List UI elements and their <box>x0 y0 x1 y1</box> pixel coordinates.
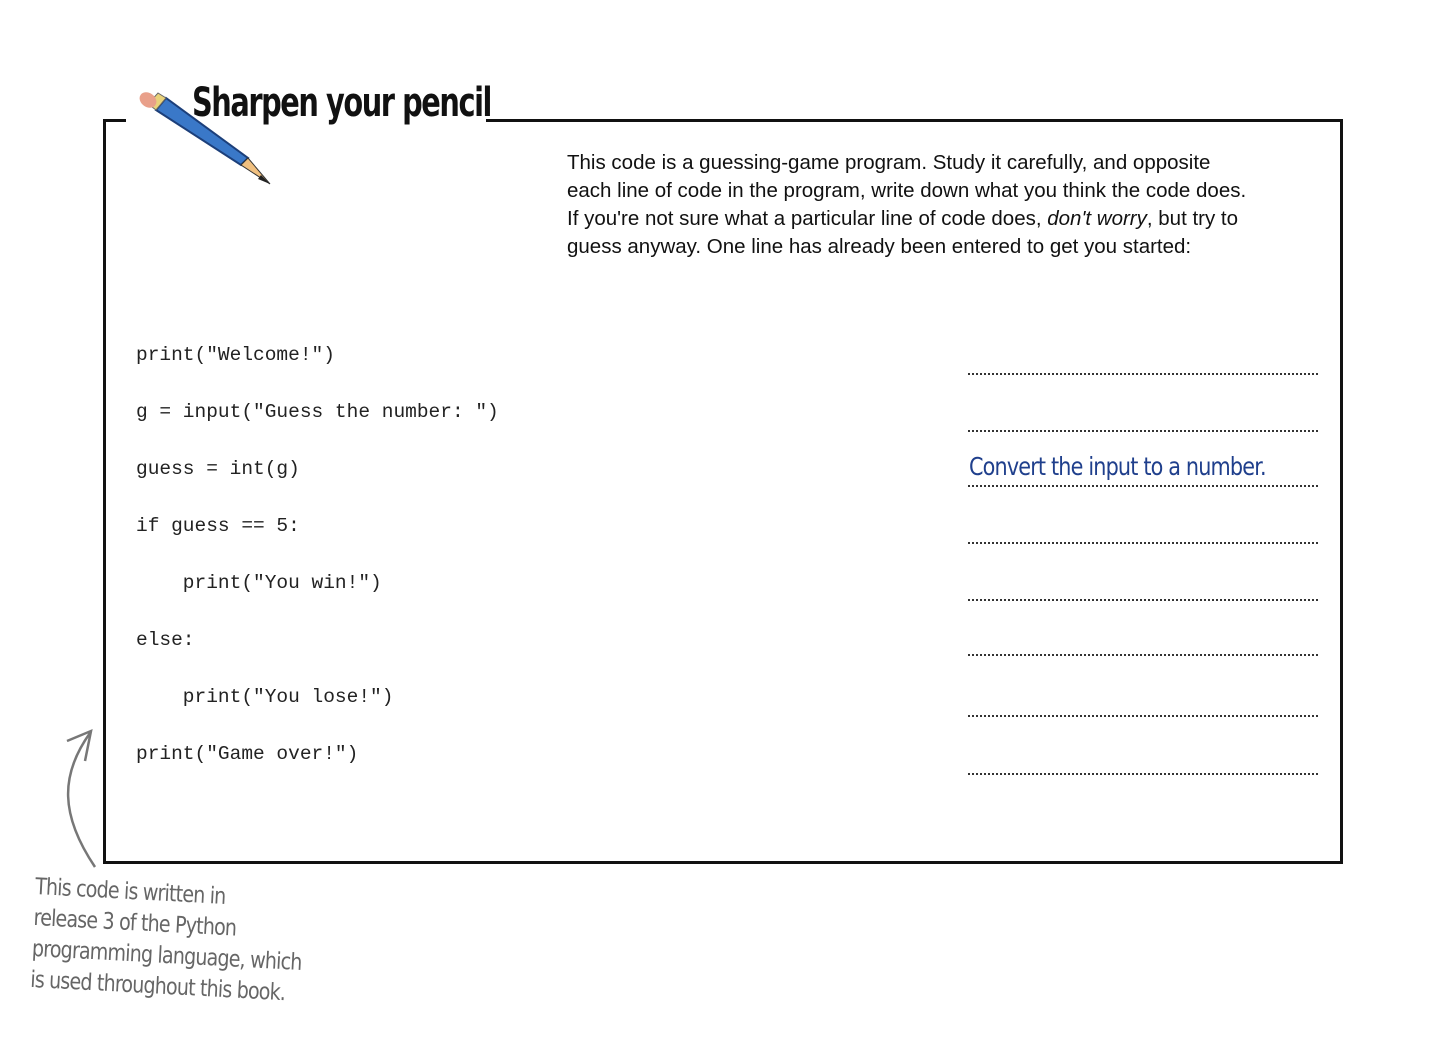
answer-line[interactable] <box>968 715 1318 717</box>
code-line: if guess == 5: <box>136 515 300 537</box>
exercise-page: Sharpen your pencil This code is a guess… <box>0 0 1440 1042</box>
answer-line[interactable] <box>968 542 1318 544</box>
arrow-icon <box>66 728 97 868</box>
code-line: g = input("Guess the number: ") <box>136 401 499 423</box>
instructions-emphasis: don't worry <box>1047 207 1147 230</box>
answer-line[interactable] <box>968 430 1318 432</box>
page-title: Sharpen your pencil <box>192 80 492 126</box>
answer-line[interactable] <box>968 654 1318 656</box>
answer-line[interactable] <box>968 773 1318 775</box>
side-annotation: This code is written in release 3 of the … <box>30 872 306 1010</box>
answer-line[interactable] <box>968 485 1318 487</box>
code-line: print("Game over!") <box>136 743 359 765</box>
code-line: print("You lose!") <box>136 686 394 708</box>
code-line: print("Welcome!") <box>136 344 335 366</box>
answer-line[interactable] <box>968 599 1318 601</box>
instructions: This code is a guessing-game program. St… <box>567 149 1247 261</box>
answer-line[interactable] <box>968 373 1318 375</box>
code-line: else: <box>136 629 195 651</box>
code-line: print("You win!") <box>136 572 382 594</box>
code-line: guess = int(g) <box>136 458 300 480</box>
handwritten-answer: Convert the input to a number. <box>969 452 1267 481</box>
